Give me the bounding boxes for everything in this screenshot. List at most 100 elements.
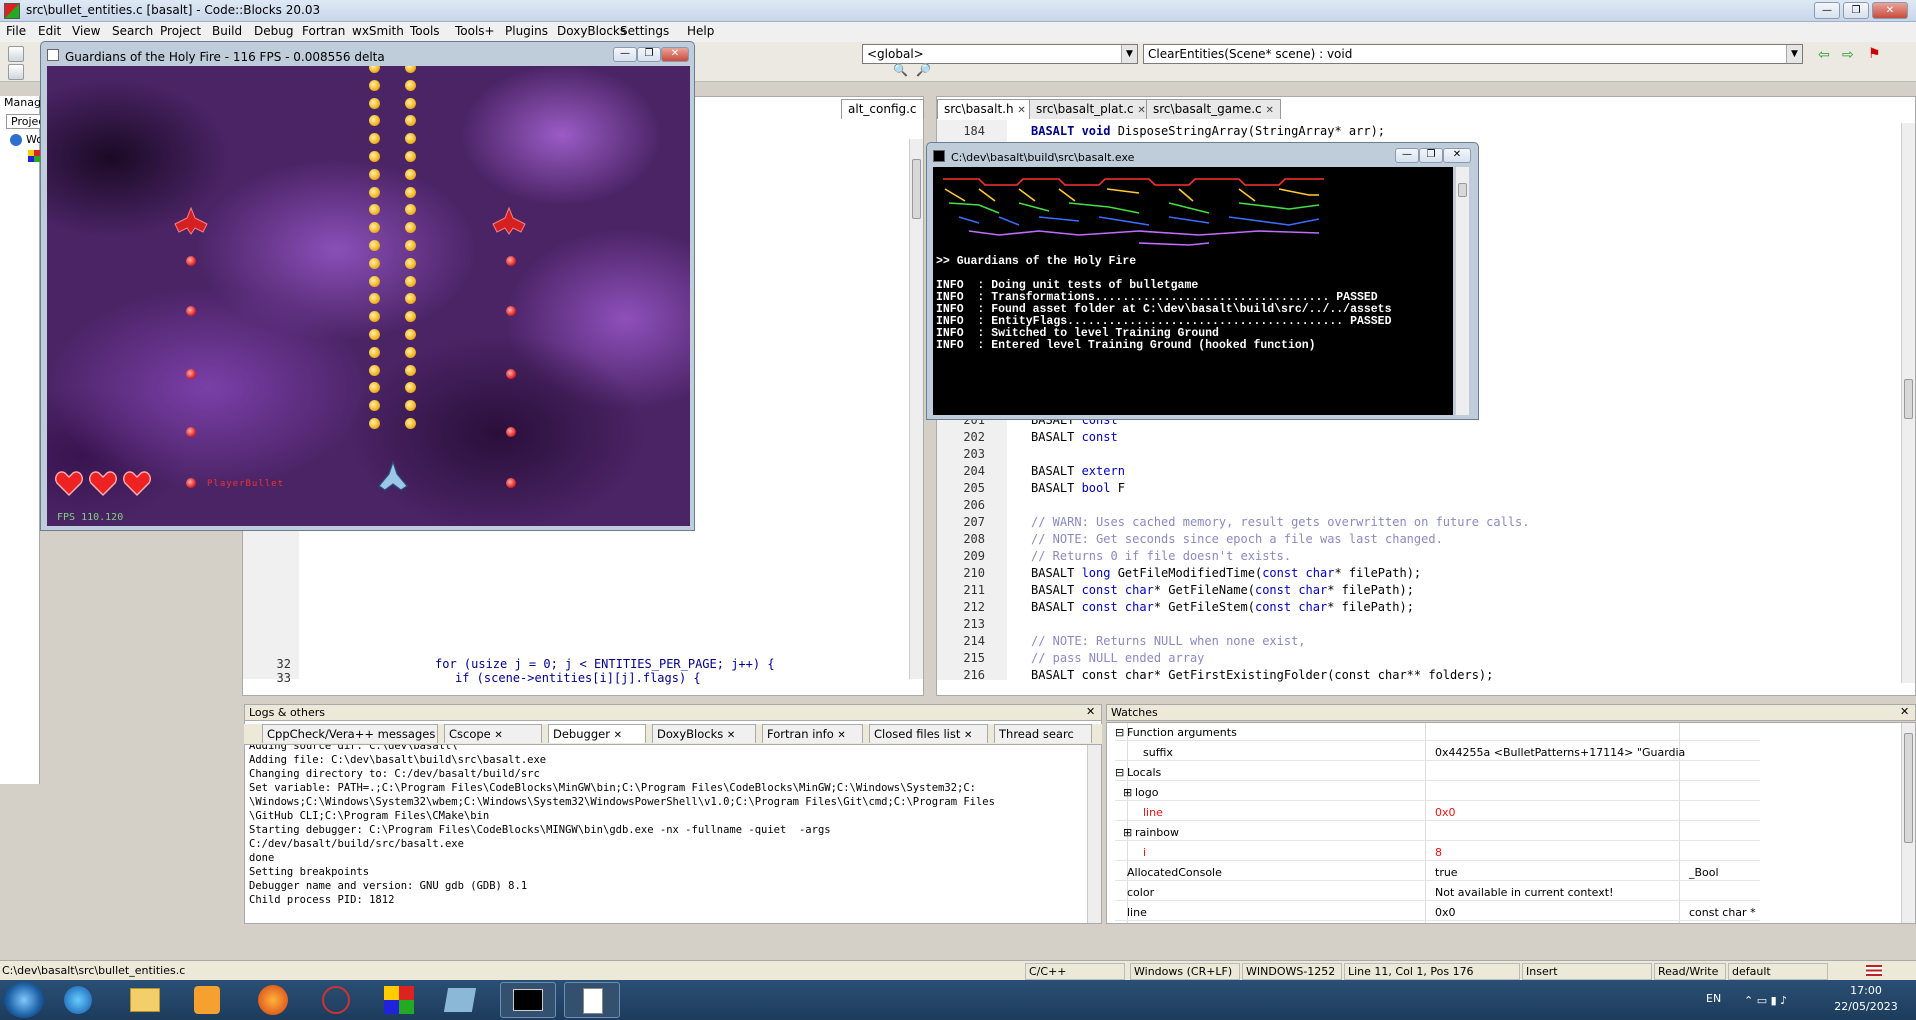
- media-player-icon[interactable]: [194, 986, 220, 1014]
- logs-tab[interactable]: Fortran info ✕: [762, 724, 863, 743]
- player-bullet: [369, 66, 380, 73]
- watches-grid[interactable]: ⊟ Function arguments suffix 0x44255a <Bulle…: [1106, 722, 1916, 924]
- logs-tab[interactable]: Thread searc: [994, 724, 1092, 743]
- editor-scrollbar[interactable]: [1901, 123, 1915, 683]
- close-tab-icon[interactable]: ✕: [614, 730, 622, 741]
- expand-icon[interactable]: ⊞: [1123, 786, 1132, 799]
- scope-combo[interactable]: <global> ▼: [862, 44, 1138, 64]
- watches-close-icon[interactable]: ✕: [1900, 705, 1909, 718]
- game-canvas[interactable]: PlayerBullet FPS 110.120: [47, 66, 690, 526]
- minimize-button[interactable]: —: [1814, 2, 1840, 19]
- console-minimize-button[interactable]: —: [1395, 148, 1419, 163]
- expand-icon[interactable]: ⊞: [1123, 826, 1132, 839]
- forward-arrow-icon[interactable]: ⇨: [1842, 47, 1854, 63]
- console-maximize-button[interactable]: ❐: [1419, 148, 1443, 163]
- watch-row[interactable]: ⊟ Locals: [1115, 765, 1760, 781]
- watch-row[interactable]: line 0x0: [1115, 805, 1760, 821]
- menu-view[interactable]: View: [72, 24, 100, 38]
- code-token: BASALT: [1031, 583, 1082, 597]
- editor-tab[interactable]: src\basalt_plat.c ✕: [1029, 99, 1153, 119]
- language-indicator[interactable]: EN: [1706, 992, 1721, 1005]
- close-tab-icon[interactable]: ✕: [1017, 105, 1025, 116]
- menu-tools[interactable]: Tools: [410, 24, 440, 38]
- close-tab-icon[interactable]: ✕: [727, 730, 735, 741]
- game-close-button[interactable]: ✕: [661, 47, 689, 62]
- expand-icon[interactable]: ⊟: [1115, 726, 1124, 739]
- game-window[interactable]: Guardians of the Holy Fire - 116 FPS - 0…: [40, 41, 695, 531]
- watch-name: AllocatedConsole: [1127, 866, 1222, 879]
- close-tab-icon[interactable]: ✕: [1137, 105, 1145, 116]
- menu-edit[interactable]: Edit: [38, 24, 61, 38]
- function-combo[interactable]: ClearEntities(Scene* scene) : void ▼: [1143, 44, 1803, 64]
- folder-icon[interactable]: [130, 988, 160, 1012]
- menu-build[interactable]: Build: [212, 24, 242, 38]
- clock-date[interactable]: 22/05/2023: [1830, 1000, 1902, 1013]
- back-arrow-icon[interactable]: ⇦: [1818, 47, 1830, 63]
- toggle-icon[interactable]: [8, 64, 24, 80]
- maximize-button[interactable]: ❐: [1843, 2, 1869, 19]
- logs-tab[interactable]: DoxyBlocks ✕: [652, 724, 756, 743]
- start-button[interactable]: [4, 982, 44, 1018]
- clock-time[interactable]: 17:00: [1836, 984, 1896, 997]
- menu-help[interactable]: Help: [687, 24, 714, 38]
- watch-row[interactable]: AllocatedConsole true _Bool: [1115, 865, 1760, 881]
- logs-tab[interactable]: Closed files list ✕: [869, 724, 988, 743]
- logs-tab[interactable]: Debugger ✕: [548, 724, 646, 743]
- watch-row[interactable]: i8: [1115, 845, 1760, 861]
- log-line: Adding file: C:\dev\basalt\build\src\bas…: [249, 754, 547, 766]
- tab-alt-config[interactable]: alt_config.c: [841, 99, 924, 119]
- codeblocks-taskbar-icon[interactable]: [384, 986, 414, 1014]
- menu-file[interactable]: File: [6, 24, 26, 38]
- notes-icon[interactable]: [443, 988, 477, 1012]
- menu-wxsmith[interactable]: wxSmith: [352, 24, 404, 38]
- watch-row[interactable]: line 0x0 const char *: [1115, 905, 1760, 921]
- close-tab-icon[interactable]: ✕: [494, 730, 502, 741]
- close-tab-icon[interactable]: ✕: [964, 730, 972, 741]
- game-minimize-button[interactable]: —: [613, 47, 637, 62]
- menu-settings[interactable]: Settings: [620, 24, 669, 38]
- menu-doxyblocks[interactable]: DoxyBlocks: [557, 24, 626, 38]
- menu-project[interactable]: Project: [160, 24, 201, 38]
- close-tab-icon[interactable]: ✕: [837, 730, 845, 741]
- new-file-icon[interactable]: [8, 46, 24, 62]
- code-line: BASALT const char* GetFileStem(const cha…: [1031, 600, 1414, 614]
- editor-tab[interactable]: src\basalt_game.c ✕: [1146, 99, 1281, 119]
- logs-tab[interactable]: Cscope ✕: [444, 724, 542, 743]
- close-button[interactable]: ✕: [1872, 2, 1908, 19]
- tray-icons[interactable]: ⌃ ▭ ▮ ♪: [1744, 994, 1787, 1007]
- player-bullet: [369, 311, 380, 323]
- left-editor-scrollbar[interactable]: [909, 139, 923, 679]
- watch-row[interactable]: suffix 0x44255a <BulletPatterns+17114> "G…: [1115, 745, 1760, 761]
- replace-icon[interactable]: 🔎: [916, 63, 932, 79]
- console-close-button[interactable]: ✕: [1443, 148, 1471, 163]
- watch-row[interactable]: color Not available in current context!: [1115, 885, 1760, 901]
- watch-row[interactable]: ⊞ logo: [1115, 785, 1760, 801]
- player-bullet: [369, 293, 380, 305]
- firefox-icon[interactable]: [258, 985, 288, 1015]
- logs-tab[interactable]: CppCheck/Vera++ messages ✕: [262, 724, 438, 743]
- search-icon[interactable]: 🔍: [893, 63, 909, 79]
- expand-icon[interactable]: ⊟: [1115, 766, 1124, 779]
- menu-tools[interactable]: Tools+: [455, 24, 495, 38]
- watches-scrollbar[interactable]: [1901, 723, 1915, 923]
- watch-row[interactable]: ⊟ Function arguments: [1115, 725, 1760, 741]
- menu-debug[interactable]: Debug: [254, 24, 293, 38]
- log-scrollbar[interactable]: [1087, 745, 1101, 923]
- console-taskbar-button[interactable]: [500, 982, 556, 1018]
- logs-close-x-icon[interactable]: ✕: [1086, 705, 1095, 718]
- console-line: INFO : Doing unit tests of bulletgame: [936, 279, 1199, 292]
- code-token: // pass NULL ended array: [1031, 651, 1205, 665]
- game-maximize-button[interactable]: ❐: [637, 47, 661, 62]
- menu-search[interactable]: Search: [112, 24, 153, 38]
- menu-fortran[interactable]: Fortran: [302, 24, 345, 38]
- editor-tab[interactable]: src\basalt.h ✕: [937, 99, 1033, 119]
- console-window[interactable]: C:\dev\basalt\build\src\basalt.exe — ❐ ✕…: [926, 142, 1479, 420]
- ie-icon[interactable]: [64, 986, 92, 1014]
- menu-plugins[interactable]: Plugins: [505, 24, 548, 38]
- close-tab-icon[interactable]: ✕: [1265, 105, 1273, 116]
- watch-row[interactable]: ⊞ rainbow: [1115, 825, 1760, 841]
- snipping-tool-icon[interactable]: [322, 986, 350, 1014]
- bookmark-icon[interactable]: ⚑: [1868, 46, 1881, 62]
- console-scrollbar[interactable]: [1455, 167, 1469, 415]
- game-taskbar-button[interactable]: [564, 982, 620, 1018]
